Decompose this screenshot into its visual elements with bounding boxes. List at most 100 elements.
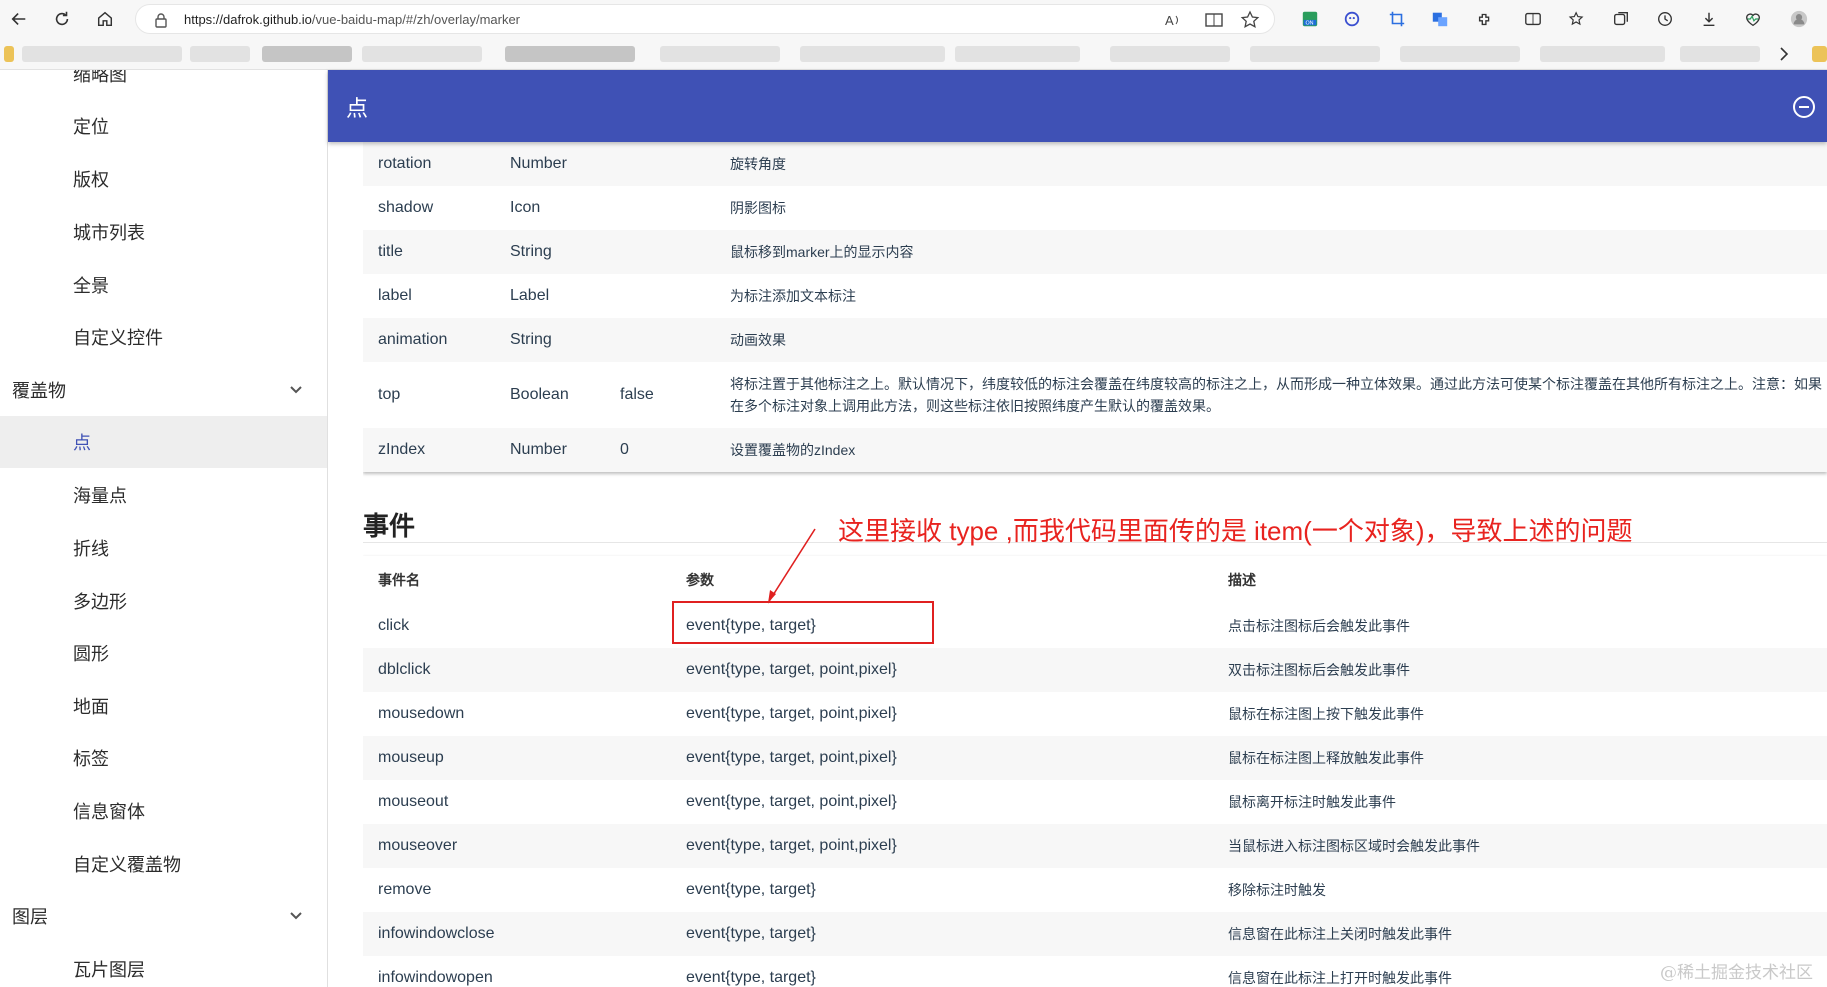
- home-icon[interactable]: [92, 6, 118, 32]
- history-icon[interactable]: [1653, 7, 1677, 31]
- address-bar[interactable]: https://dafrok.github.io/vue-baidu-map/#…: [135, 4, 1275, 34]
- bookmark-item[interactable]: [1540, 46, 1665, 62]
- favorite-star-icon[interactable]: [1240, 10, 1260, 30]
- prop-type-cell: String: [510, 230, 620, 274]
- chevron-right-icon[interactable]: [1777, 46, 1791, 62]
- sidebar-nav: 缩略图定位版权城市列表全景自定义控件覆盖物点海量点折线多边形 圆形 地面标签信息窗体…: [0, 70, 328, 987]
- prop-default-cell: [620, 318, 730, 362]
- chevron-down-icon[interactable]: [288, 908, 304, 924]
- bookmark-item[interactable]: [1680, 46, 1760, 62]
- sidebar-item[interactable]: 自定义控件: [0, 311, 327, 363]
- sidebar-item[interactable]: 图层: [0, 890, 327, 942]
- events-table: 事件名 参数 描述 click event{type, target} 点击标注图标…: [363, 556, 1827, 987]
- table-row: label Label 为标注添加文本标注: [363, 274, 1827, 318]
- sidebar-item[interactable]: 点: [0, 416, 327, 468]
- sidebar-item[interactable]: 标签: [0, 732, 327, 784]
- bookmark-item[interactable]: [362, 46, 482, 62]
- bookmark-item[interactable]: [1250, 46, 1380, 62]
- sidebar-item[interactable]: 多边形: [0, 575, 327, 627]
- sidebar-item[interactable]: 折线: [0, 522, 327, 574]
- table-row: remove event{type, target} 移除标注时触发: [363, 868, 1827, 912]
- extensions-icon[interactable]: [1473, 7, 1497, 31]
- copilot-icon[interactable]: [1340, 7, 1364, 31]
- event-params-cell: event{type, target, point,pixel}: [686, 705, 897, 722]
- lock-icon[interactable]: [154, 12, 168, 28]
- sidebar-item-label: 城市列表: [73, 223, 145, 243]
- profile-icon[interactable]: [1787, 7, 1811, 31]
- prop-name-cell: zIndex: [363, 428, 510, 472]
- event-desc-cell: 信息窗在此标注上关闭时触发此事件: [1228, 912, 1827, 956]
- prop-default-cell: [620, 186, 730, 230]
- sidebar-item[interactable]: 全景: [0, 259, 327, 311]
- table-row: dblclick event{type, target, point,pixel}…: [363, 648, 1827, 692]
- language-switch-icon[interactable]: [1791, 94, 1817, 120]
- split-screen-icon[interactable]: [1521, 7, 1545, 31]
- sidebar-item[interactable]: 地面: [0, 680, 327, 732]
- prop-desc-cell: 鼠标移到marker上的显示内容: [730, 230, 1827, 274]
- translate-icon[interactable]: [1428, 7, 1452, 31]
- event-params-cell: event{type, target, point,pixel}: [686, 648, 1228, 692]
- immersive-reader-icon[interactable]: [1204, 10, 1224, 30]
- bookmark-item[interactable]: [800, 46, 945, 62]
- column-header-desc: 描述: [1228, 572, 1256, 588]
- sidebar-item-label: 自定义控件: [73, 328, 163, 348]
- column-header-name: 事件名: [378, 572, 420, 588]
- sidebar-item[interactable]: 信息窗体: [0, 785, 327, 837]
- sidebar-item[interactable]: 自定义覆盖物: [0, 838, 327, 890]
- sidebar-item-label: 版权: [73, 170, 109, 190]
- event-desc-cell: 双击标注图标后会触发此事件: [1228, 648, 1827, 692]
- sidebar-item-label: 定位: [73, 117, 109, 137]
- crop-icon[interactable]: [1385, 7, 1409, 31]
- column-header-params: 参数: [686, 572, 714, 588]
- bookmark-item[interactable]: [22, 46, 182, 62]
- sidebar-item[interactable]: 缩略图: [0, 70, 327, 100]
- bookmark-folder-icon[interactable]: [4, 46, 14, 62]
- event-params-cell: event{type, target, point,pixel}: [686, 824, 1228, 868]
- back-icon[interactable]: [6, 6, 32, 32]
- other-bookmarks-folder-icon[interactable]: [1812, 46, 1827, 62]
- read-aloud-icon[interactable]: A: [1163, 10, 1183, 30]
- annotation-text: 这里接收 type ,而我代码里面传的是 item(一个对象)，导致上述的问题: [838, 516, 1633, 546]
- sidebar-item-label: 瓦片图层: [73, 960, 145, 980]
- prop-desc-cell: 动画效果: [730, 318, 1827, 362]
- chevron-down-icon[interactable]: [288, 382, 304, 398]
- event-params-cell: event{type, target}: [686, 881, 816, 898]
- bookmark-item[interactable]: [505, 46, 635, 62]
- favorites-icon[interactable]: [1565, 7, 1589, 31]
- table-header-row: 事件名 参数 描述: [363, 556, 1827, 604]
- table-row: mouseover event{type, target, point,pixel…: [363, 824, 1827, 868]
- table-row: animation String 动画效果: [363, 318, 1827, 362]
- sidebar-item-label: 全景: [73, 276, 109, 296]
- sidebar-item[interactable]: 覆盖物: [0, 364, 327, 416]
- sidebar-item[interactable]: 城市列表: [0, 206, 327, 258]
- prop-desc-cell: 将标注置于其他标注之上。默认情况下，纬度较低的标注会覆盖在纬度较高的标注之上，从…: [730, 376, 1822, 414]
- sidebar-item-label: 标签: [73, 749, 109, 769]
- event-desc-cell: 点击标注图标后会触发此事件: [1228, 618, 1410, 634]
- performance-icon[interactable]: [1741, 7, 1765, 31]
- bookmark-item[interactable]: [955, 46, 1080, 62]
- prop-name-cell: top: [378, 386, 401, 403]
- sidebar-item[interactable]: 版权: [0, 153, 327, 205]
- bookmark-item[interactable]: [262, 46, 352, 62]
- sidebar-item[interactable]: 海量点: [0, 469, 327, 521]
- prop-type-cell: Label: [510, 287, 550, 304]
- sidebar-item[interactable]: 瓦片图层: [0, 943, 327, 987]
- event-name-cell: dblclick: [363, 648, 686, 692]
- svg-text:A: A: [1165, 13, 1174, 28]
- bookmark-item[interactable]: [1400, 46, 1520, 62]
- bookmark-item[interactable]: [190, 46, 250, 62]
- refresh-icon[interactable]: [49, 6, 75, 32]
- bookmark-item[interactable]: [660, 46, 780, 62]
- sidebar-item-label: 覆盖物: [12, 381, 66, 401]
- sidebar-item-label: 自定义覆盖物: [73, 855, 181, 875]
- collections-icon[interactable]: [1609, 7, 1633, 31]
- prop-name-cell: label: [378, 287, 412, 304]
- prop-default-cell: 0: [620, 428, 730, 472]
- watermark: @稀土掘金技术社区: [1660, 963, 1813, 983]
- downloads-icon[interactable]: [1697, 7, 1721, 31]
- sidebar-item-label: 折线: [73, 539, 109, 559]
- sidebar-item[interactable]: 圆形: [0, 627, 327, 679]
- sidebar-item[interactable]: 定位: [0, 100, 327, 152]
- bookmark-item[interactable]: [1110, 46, 1230, 62]
- extension-on-icon[interactable]: ON: [1298, 7, 1322, 31]
